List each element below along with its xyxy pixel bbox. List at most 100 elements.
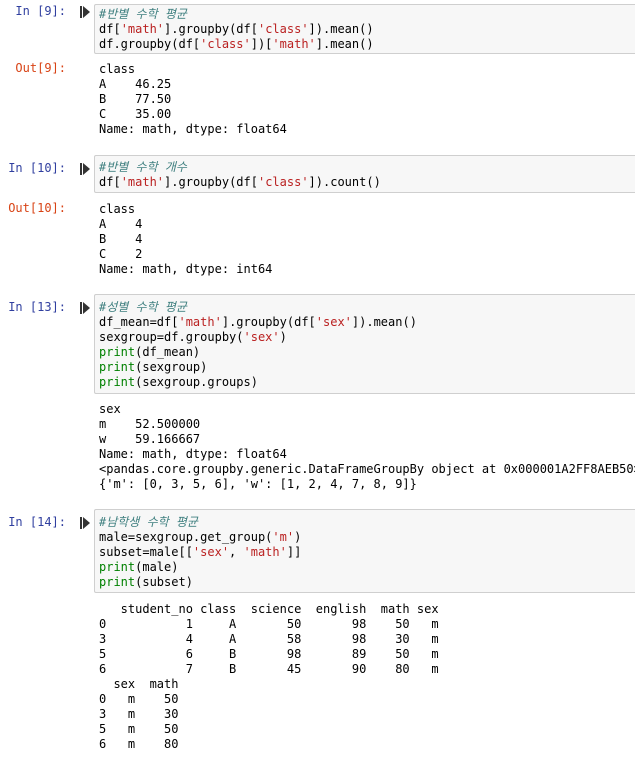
code-token: ].groupby(df[ [221, 315, 316, 329]
code-token: 'sex' [243, 330, 280, 344]
output-line: C 2 [99, 247, 143, 261]
code-token: print [99, 575, 136, 589]
code-line: male=sexgroup.get_group('m') [99, 530, 635, 545]
code-token: subset=male[[ [99, 545, 193, 559]
code-token: print [99, 345, 136, 359]
code-token: (subset) [135, 575, 193, 589]
cell-output: student_no class science english math se… [99, 602, 439, 752]
code-line: subset=male[['sex', 'math']] [99, 545, 635, 560]
code-token: 'sex' [315, 315, 352, 329]
cell-output: class A 4B 4C 2 Name: math, dtype: int64 [99, 202, 272, 277]
output-line: 0 m 50 [99, 692, 179, 706]
code-line: print(subset) [99, 575, 635, 590]
output-line: Name: math, dtype: float64 [99, 122, 287, 136]
code-token: ].groupby(df[ [164, 175, 258, 189]
code-token: ) [279, 330, 287, 344]
code-token: #성별 수학 평균 [99, 300, 187, 314]
output-line: Name: math, dtype: float64 [99, 447, 287, 461]
code-token: 'class' [200, 37, 251, 51]
output-line: 6 7 B 45 90 80 m [99, 662, 439, 676]
code-token: 'class' [257, 175, 309, 189]
code-token: #반별 수학 평균 [99, 7, 187, 21]
code-token: 'math' [120, 175, 165, 189]
output-prompt: Out[10]: [8, 201, 66, 215]
code-token: ])[ [250, 37, 273, 51]
output-line: <pandas.core.groupby.generic.DataFrameGr… [99, 462, 635, 476]
code-token: (df_mean) [135, 345, 201, 359]
code-lines: #반별 수학 개수 df['math'].groupby(df['class'])… [99, 160, 635, 190]
code-token: 'math' [243, 545, 287, 559]
output-line: sex math [99, 677, 179, 691]
output-line: 5 m 50 [99, 722, 179, 736]
code-line: #반별 수학 평균 [99, 7, 635, 22]
code-line: df_mean=df['math'].groupby(df['sex']).me… [99, 315, 635, 330]
code-line: df['math'].groupby(df['class']).count() [99, 175, 635, 190]
code-token: ]] [286, 545, 302, 559]
code-token: #남학생 수학 평균 [99, 515, 198, 529]
output-line: B 77.50 [99, 92, 172, 106]
code-token: #반별 수학 개수 [99, 160, 187, 174]
code-token: ].groupby(df[ [164, 22, 258, 36]
code-line: print(sexgroup) [99, 360, 635, 375]
code-token: print [99, 360, 136, 374]
run-cell-icon[interactable] [80, 162, 90, 176]
output-line: 6 m 80 [99, 737, 179, 751]
input-prompt: In [9]: [15, 4, 66, 18]
code-editor[interactable]: #남학생 수학 평균 male=sexgroup.get_group('m') su… [94, 509, 635, 593]
output-line: C 35.00 [99, 107, 172, 121]
output-line: student_no class science english math se… [99, 602, 439, 616]
code-token: ]).mean() [351, 315, 417, 329]
output-line: A 4 [99, 217, 143, 231]
code-token: df[ [99, 22, 121, 36]
code-line: df['math'].groupby(df['class']).mean() [99, 22, 635, 37]
output-line: class [99, 202, 136, 216]
code-token: (sexgroup) [135, 360, 208, 374]
code-line: #남학생 수학 평균 [99, 515, 635, 530]
output-line: 5 6 B 98 89 50 m [99, 647, 439, 661]
code-lines: #반별 수학 평균 df['math'].groupby(df['class'])… [99, 7, 635, 52]
output-line: {'m': [0, 3, 5, 6], 'w': [1, 2, 4, 7, 8,… [99, 477, 417, 491]
code-token: sexgroup=df.groupby( [99, 330, 244, 344]
output-line: 3 m 30 [99, 707, 179, 721]
output-line: sex [99, 402, 121, 416]
code-token: df[ [99, 175, 121, 189]
run-cell-icon[interactable] [80, 5, 90, 19]
code-token: df.groupby(df[ [99, 37, 201, 51]
input-prompt: In [10]: [8, 161, 66, 175]
code-token: 'math' [178, 315, 222, 329]
output-line: m 52.500000 [99, 417, 201, 431]
code-token: , [229, 545, 244, 559]
code-editor[interactable]: #반별 수학 개수 df['math'].groupby(df['class'])… [94, 155, 635, 193]
output-line: w 59.166667 [99, 432, 201, 446]
output-line: Name: math, dtype: int64 [99, 262, 273, 276]
code-line: print(sexgroup.groups) [99, 375, 635, 390]
code-line: #반별 수학 개수 [99, 160, 635, 175]
cell-output: sex m 52.500000 w 59.166667 Name: math, dty… [99, 402, 635, 492]
code-token: ) [294, 530, 302, 544]
cell-output: class A 46.25 B 77.50 C 35.00 Name: math, dt… [99, 62, 287, 137]
code-token: ]).mean() [308, 22, 374, 36]
code-token: print [99, 560, 136, 574]
code-token: 'math' [272, 37, 316, 51]
code-lines: #남학생 수학 평균 male=sexgroup.get_group('m') su… [99, 515, 635, 590]
input-prompt: In [13]: [8, 300, 66, 314]
code-token: (male) [135, 560, 179, 574]
code-line: print(df_mean) [99, 345, 635, 360]
output-line: 0 1 A 50 98 50 m [99, 617, 439, 631]
code-token: df_mean=df[ [99, 315, 179, 329]
output-line: A 46.25 [99, 77, 172, 91]
code-token: 'class' [257, 22, 309, 36]
output-line: 3 4 A 58 98 30 m [99, 632, 439, 646]
code-token: male=sexgroup.get_group( [99, 530, 273, 544]
run-cell-icon[interactable] [80, 301, 90, 315]
code-editor[interactable]: #성별 수학 평균 df_mean=df['math'].groupby(df['… [94, 294, 635, 394]
code-line: print(male) [99, 560, 635, 575]
output-prompt: Out[9]: [15, 61, 66, 75]
code-editor[interactable]: #반별 수학 평균 df['math'].groupby(df['class'])… [94, 4, 635, 54]
code-token: print [99, 375, 136, 389]
code-token: 'm' [272, 530, 295, 544]
code-token: 'math' [120, 22, 165, 36]
code-token: ].mean() [315, 37, 374, 51]
code-line: #성별 수학 평균 [99, 300, 635, 315]
run-cell-icon[interactable] [80, 516, 90, 530]
